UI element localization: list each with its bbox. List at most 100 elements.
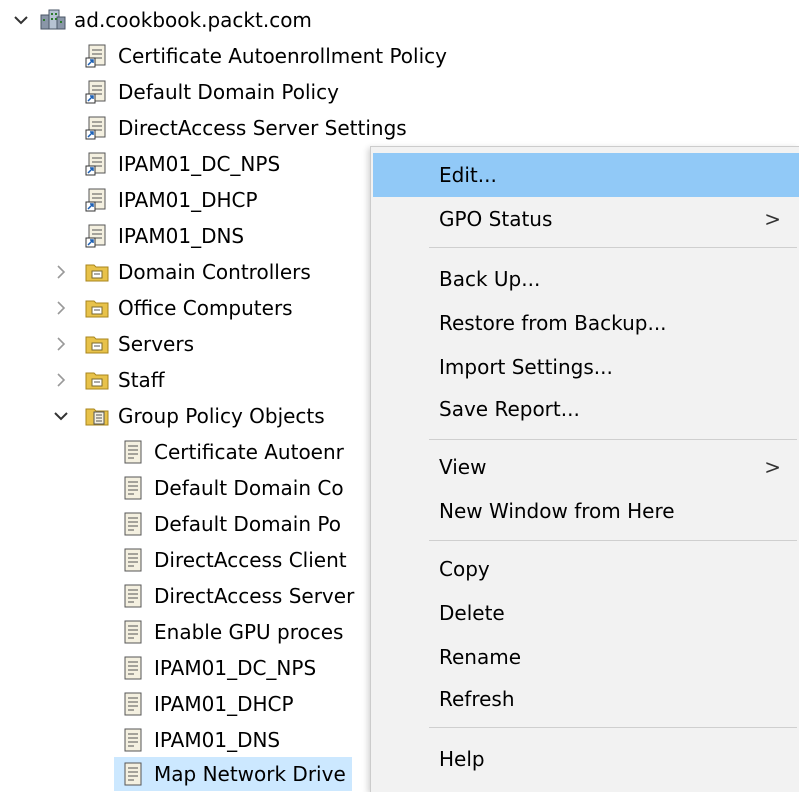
gpo-link-icon	[84, 187, 110, 213]
menu-separator	[429, 247, 797, 248]
chevron-right-icon[interactable]	[52, 299, 70, 317]
menu-item-help[interactable]: Help	[373, 737, 799, 781]
tree-node-gpo[interactable]: Default Domain Po	[0, 506, 347, 542]
tree-node-label: Default Domain Policy	[118, 80, 339, 104]
chevron-right-icon[interactable]	[52, 371, 70, 389]
tree-node-gpo-container[interactable]: Group Policy Objects	[0, 398, 331, 434]
tree-node-ou[interactable]: Staff	[0, 362, 171, 398]
menu-item-refresh[interactable]: Refresh	[373, 677, 799, 721]
tree-node-label: DirectAccess Server Settings	[118, 116, 407, 140]
submenu-arrow-icon: >	[764, 455, 781, 479]
tree-node-label: IPAM01_DNS	[118, 224, 245, 248]
tree-node-gpo[interactable]: Certificate Autoenr	[0, 434, 350, 470]
menu-item-label: Delete	[439, 601, 505, 625]
menu-item-label: Refresh	[439, 687, 515, 711]
gpo-icon	[120, 547, 146, 573]
chevron-down-icon[interactable]	[12, 11, 30, 29]
tree-node-label: Staff	[118, 368, 165, 392]
tree-node-label: DirectAccess Server	[154, 584, 355, 608]
tree-node-label: DirectAccess Client	[154, 548, 347, 572]
menu-item-edit[interactable]: Edit...	[373, 153, 799, 197]
gpo-icon	[120, 583, 146, 609]
gpo-icon	[120, 727, 146, 753]
menu-item-label: GPO Status	[439, 207, 553, 231]
tree-node-label: IPAM01_DC_NPS	[118, 152, 281, 176]
tree-node-label: Servers	[118, 332, 195, 356]
tree-node-gpo-link[interactable]: IPAM01_DNS	[0, 218, 250, 254]
tree-node-gpo[interactable]: IPAM01_DC_NPS	[0, 650, 322, 686]
gpo-link-icon	[84, 43, 110, 69]
gpo-link-icon	[84, 223, 110, 249]
tree-node-ou[interactable]: Servers	[0, 326, 200, 362]
gpo-icon	[120, 619, 146, 645]
tree-node-label: Group Policy Objects	[118, 404, 325, 428]
tree-node-label: Certificate Autoenrollment Policy	[118, 44, 447, 68]
menu-item-gpo-status[interactable]: GPO Status >	[373, 197, 799, 241]
menu-item-label: Copy	[439, 557, 490, 581]
gpo-icon	[120, 761, 146, 787]
tree-node-domain[interactable]: ad.cookbook.packt.com	[0, 2, 318, 38]
tree-node-gpo-link[interactable]: IPAM01_DC_NPS	[0, 146, 286, 182]
menu-item-label: View	[439, 455, 487, 479]
tree-node-label: Office Computers	[118, 296, 293, 320]
gpo-icon	[120, 439, 146, 465]
tree-node-label: Default Domain Co	[154, 476, 344, 500]
chevron-right-icon[interactable]	[52, 263, 70, 281]
gpo-folder-icon	[84, 403, 110, 429]
domain-icon	[40, 7, 66, 33]
menu-item-delete[interactable]: Delete	[373, 591, 799, 635]
context-menu: Edit... GPO Status > Back Up... Restore …	[370, 146, 799, 792]
tree-node-gpo-link[interactable]: DirectAccess Server Settings	[0, 110, 413, 146]
menu-separator	[429, 439, 797, 440]
menu-item-restore-from-backup[interactable]: Restore from Backup...	[373, 301, 799, 345]
tree-node-label: Enable GPU proces	[154, 620, 344, 644]
gpo-link-icon	[84, 151, 110, 177]
tree-node-label: Default Domain Po	[154, 512, 341, 536]
tree-node-label: IPAM01_DHCP	[154, 692, 294, 716]
ou-folder-icon	[84, 295, 110, 321]
tree-node-gpo[interactable]: IPAM01_DNS	[0, 722, 286, 758]
tree-node-gpo[interactable]: Enable GPU proces	[0, 614, 349, 650]
menu-item-back-up[interactable]: Back Up...	[373, 257, 799, 301]
gpo-link-icon	[84, 115, 110, 141]
tree-node-gpo-link[interactable]: Certificate Autoenrollment Policy	[0, 38, 453, 74]
ou-folder-icon	[84, 259, 110, 285]
tree-node-label: ad.cookbook.packt.com	[74, 8, 312, 32]
tree-node-label: IPAM01_DNS	[154, 728, 281, 752]
submenu-arrow-icon: >	[764, 207, 781, 231]
tree-node-gpo[interactable]: DirectAccess Server	[0, 578, 360, 614]
tree-node-ou[interactable]: Domain Controllers	[0, 254, 317, 290]
tree-node-label: Map Network Drive	[154, 762, 346, 786]
gpo-link-icon	[84, 79, 110, 105]
menu-item-label: Import Settings...	[439, 355, 613, 379]
menu-item-copy[interactable]: Copy	[373, 547, 799, 591]
menu-item-label: Edit...	[439, 163, 497, 187]
ou-folder-icon	[84, 331, 110, 357]
tree-node-gpo[interactable]: IPAM01_DHCP	[0, 686, 300, 722]
menu-item-new-window-from-here[interactable]: New Window from Here	[373, 489, 799, 533]
menu-item-label: Help	[439, 747, 485, 771]
tree-node-gpo[interactable]: DirectAccess Client	[0, 542, 353, 578]
menu-item-import-settings[interactable]: Import Settings...	[373, 345, 799, 389]
tree-node-gpo-link[interactable]: Default Domain Policy	[0, 74, 345, 110]
menu-item-label: Restore from Backup...	[439, 311, 667, 335]
menu-item-label: Rename	[439, 645, 522, 669]
chevron-right-icon[interactable]	[52, 335, 70, 353]
menu-separator	[429, 540, 797, 541]
gpo-icon	[120, 475, 146, 501]
tree-node-ou[interactable]: Office Computers	[0, 290, 299, 326]
menu-separator	[429, 727, 797, 728]
menu-item-save-report[interactable]: Save Report...	[373, 387, 799, 431]
gpo-icon	[120, 655, 146, 681]
tree-node-label: Domain Controllers	[118, 260, 311, 284]
tree-node-gpo-selected[interactable]: Map Network Drive	[0, 756, 352, 792]
tree-node-label: Certificate Autoenr	[154, 440, 344, 464]
menu-item-view[interactable]: View >	[373, 445, 799, 489]
ou-folder-icon	[84, 367, 110, 393]
tree-node-gpo[interactable]: Default Domain Co	[0, 470, 350, 506]
chevron-down-icon[interactable]	[52, 407, 70, 425]
tree-node-gpo-link[interactable]: IPAM01_DHCP	[0, 182, 264, 218]
menu-item-rename[interactable]: Rename	[373, 635, 799, 679]
gpo-icon	[120, 511, 146, 537]
tree-node-label: IPAM01_DC_NPS	[154, 656, 317, 680]
